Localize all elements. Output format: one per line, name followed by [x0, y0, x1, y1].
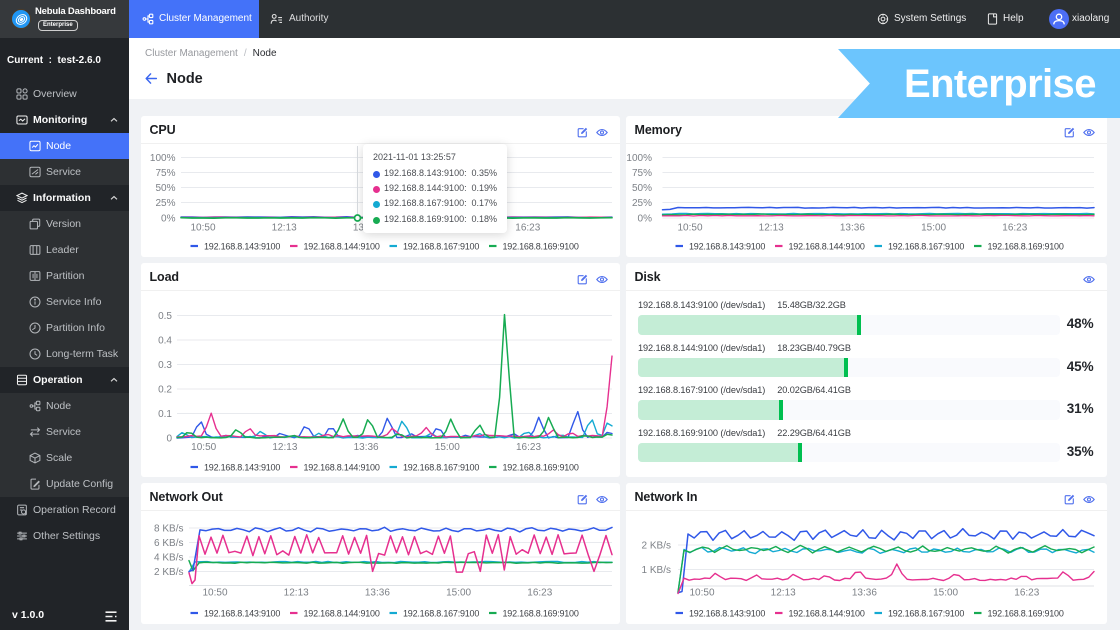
svg-text:25%: 25%	[632, 198, 652, 209]
svg-text:192.168.8.143:9100: 192.168.8.143:9100	[689, 609, 765, 619]
svg-text:16:23: 16:23	[1002, 223, 1027, 234]
svg-text:192.168.8.169:9100: 192.168.8.169:9100	[503, 462, 579, 472]
svg-text:4 KB/s: 4 KB/s	[154, 553, 183, 564]
svg-text:15:00: 15:00	[435, 442, 460, 453]
svg-text:12:13: 12:13	[272, 223, 297, 234]
svg-text:192.168.8.143:9100: 192.168.8.143:9100	[689, 242, 765, 252]
svg-text:192.168.8.144:9100: 192.168.8.144:9100	[789, 242, 865, 252]
svg-text:2 KB/s: 2 KB/s	[154, 567, 183, 578]
svg-text:192.168.8.167:9100: 192.168.8.167:9100	[403, 462, 479, 472]
svg-text:13:36: 13:36	[365, 588, 390, 599]
svg-text:192.168.8.169:9100: 192.168.8.169:9100	[503, 242, 579, 252]
svg-text:192.168.8.167:9100: 192.168.8.167:9100	[403, 609, 479, 619]
svg-text:16:23: 16:23	[527, 588, 552, 599]
svg-text:10:50: 10:50	[689, 588, 714, 599]
svg-text:1 KB/s: 1 KB/s	[642, 565, 671, 576]
svg-text:16:23: 16:23	[1014, 588, 1039, 599]
svg-text:0.4: 0.4	[158, 335, 172, 346]
svg-text:192.168.8.167:9100: 192.168.8.167:9100	[888, 242, 964, 252]
svg-text:0.3: 0.3	[158, 360, 172, 371]
svg-text:0: 0	[166, 433, 172, 444]
svg-text:25%: 25%	[155, 198, 175, 209]
svg-text:192.168.8.143:9100: 192.168.8.143:9100	[204, 609, 280, 619]
svg-text:75%: 75%	[632, 168, 652, 179]
svg-text:0.2: 0.2	[158, 384, 172, 395]
svg-text:192.168.8.144:9100: 192.168.8.144:9100	[789, 609, 865, 619]
svg-text:12:13: 12:13	[759, 223, 784, 234]
svg-text:12:13: 12:13	[771, 588, 796, 599]
svg-text:192.168.8.167:9100: 192.168.8.167:9100	[888, 609, 964, 619]
svg-text:192.168.8.169:9100: 192.168.8.169:9100	[503, 609, 579, 619]
svg-text:12:13: 12:13	[284, 588, 309, 599]
svg-text:6 KB/s: 6 KB/s	[154, 538, 183, 549]
svg-text:13:36: 13:36	[354, 442, 379, 453]
svg-text:10:50: 10:50	[677, 223, 702, 234]
svg-text:10:50: 10:50	[190, 223, 215, 234]
svg-text:192.168.8.167:9100: 192.168.8.167:9100	[403, 242, 479, 252]
svg-text:16:23: 16:23	[516, 442, 541, 453]
svg-text:16:23: 16:23	[515, 223, 540, 234]
svg-text:192.168.8.144:9100: 192.168.8.144:9100	[304, 462, 380, 472]
svg-text:12:13: 12:13	[272, 442, 297, 453]
svg-text:0.5: 0.5	[158, 311, 172, 322]
svg-text:192.168.8.143:9100: 192.168.8.143:9100	[204, 462, 280, 472]
svg-text:10:50: 10:50	[202, 588, 227, 599]
svg-text:15:00: 15:00	[446, 588, 471, 599]
svg-text:192.168.8.143:9100: 192.168.8.143:9100	[204, 242, 280, 252]
svg-text:100%: 100%	[626, 153, 652, 164]
svg-text:192.168.8.169:9100: 192.168.8.169:9100	[988, 242, 1064, 252]
svg-text:0.1: 0.1	[158, 409, 172, 420]
svg-text:100%: 100%	[150, 153, 176, 164]
svg-text:13:36: 13:36	[840, 223, 865, 234]
svg-text:192.168.8.144:9100: 192.168.8.144:9100	[304, 242, 380, 252]
svg-text:15:00: 15:00	[921, 223, 946, 234]
svg-text:0%: 0%	[161, 214, 176, 225]
svg-text:192.168.8.144:9100: 192.168.8.144:9100	[304, 609, 380, 619]
svg-text:8 KB/s: 8 KB/s	[154, 524, 183, 535]
svg-text:13:36: 13:36	[852, 588, 877, 599]
svg-text:50%: 50%	[155, 183, 175, 194]
svg-text:50%: 50%	[632, 183, 652, 194]
svg-text:15:00: 15:00	[933, 588, 958, 599]
svg-text:0%: 0%	[638, 214, 653, 225]
svg-text:192.168.8.169:9100: 192.168.8.169:9100	[988, 609, 1064, 619]
svg-text:75%: 75%	[155, 168, 175, 179]
svg-text:10:50: 10:50	[191, 442, 216, 453]
svg-text:2 KB/s: 2 KB/s	[642, 541, 671, 552]
